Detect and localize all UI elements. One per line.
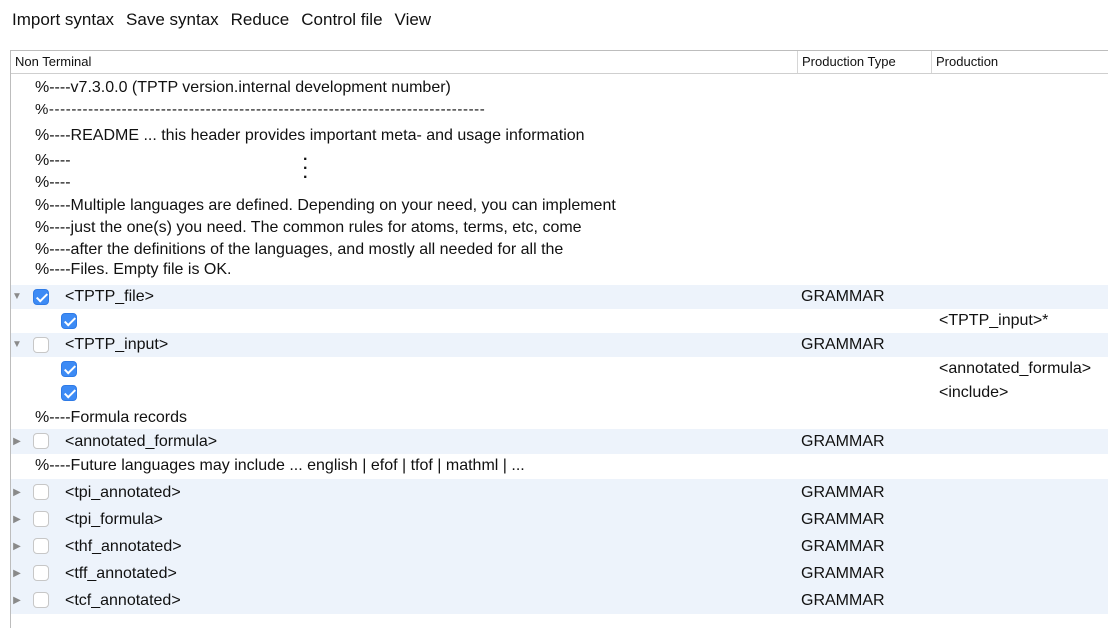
checkbox-checked-icon[interactable] bbox=[61, 361, 77, 377]
non-terminal-name: <tff_annotated> bbox=[65, 565, 177, 582]
disclosure-triangle-right-icon[interactable]: ▶ bbox=[11, 506, 23, 533]
checkbox-unchecked-icon[interactable] bbox=[33, 433, 49, 449]
disclosure-triangle-right-icon[interactable]: ▶ bbox=[11, 560, 23, 587]
checkbox-checked-icon[interactable] bbox=[33, 289, 49, 305]
production-type: GRAMMAR bbox=[801, 511, 885, 528]
non-terminal-name: <tpi_formula> bbox=[65, 511, 163, 528]
production-type: GRAMMAR bbox=[801, 288, 885, 305]
comment-line: %---- bbox=[35, 152, 71, 169]
column-header-non-terminal[interactable]: Non Terminal bbox=[11, 51, 797, 73]
menu-save-syntax[interactable]: Save syntax bbox=[120, 0, 225, 40]
comment-line: %----v7.3.0.0 (TPTP version.internal dev… bbox=[35, 79, 451, 96]
comment-line: %----after the definitions of the langua… bbox=[35, 241, 564, 258]
production-type: GRAMMAR bbox=[801, 336, 885, 353]
non-terminal-name: <TPTP_input> bbox=[65, 336, 169, 353]
vertical-ellipsis-icon: · · · bbox=[303, 151, 309, 186]
column-header-production-type[interactable]: Production Type bbox=[797, 51, 931, 73]
comment-line: %----Multiple languages are defined. Dep… bbox=[35, 197, 616, 214]
comment-line: %----just the one(s) you need. The commo… bbox=[35, 219, 582, 236]
table-header: Non Terminal Production Type Production bbox=[11, 51, 1108, 74]
non-terminal-name: <annotated_formula> bbox=[65, 433, 218, 450]
table-row[interactable]: ▶ <tff_annotated> GRAMMAR bbox=[11, 560, 1108, 587]
table-row[interactable]: ▶ <tcf_annotated> GRAMMAR bbox=[11, 587, 1108, 614]
table-row[interactable]: ▶ <annotated_formula> GRAMMAR bbox=[11, 429, 1108, 454]
production-type: GRAMMAR bbox=[801, 565, 885, 582]
production-value: <annotated_formula> bbox=[939, 360, 1092, 377]
comment-line: %---------------------------------------… bbox=[35, 101, 486, 118]
table-row[interactable]: ▶ <thf_annotated> GRAMMAR bbox=[11, 533, 1108, 560]
table-row[interactable]: ▼ <TPTP_input> GRAMMAR bbox=[11, 333, 1108, 357]
checkbox-unchecked-icon[interactable] bbox=[33, 511, 49, 527]
column-header-production[interactable]: Production bbox=[931, 51, 1108, 73]
checkbox-unchecked-icon[interactable] bbox=[33, 538, 49, 554]
production-value: <include> bbox=[939, 384, 1009, 401]
non-terminal-name: <thf_annotated> bbox=[65, 538, 182, 555]
non-terminal-name: <TPTP_file> bbox=[65, 288, 154, 305]
table-row[interactable]: <include> bbox=[11, 381, 1108, 405]
disclosure-triangle-right-icon[interactable]: ▶ bbox=[11, 429, 23, 454]
grammar-tree-table: Non Terminal Production Type Production … bbox=[10, 50, 1108, 628]
table-row[interactable]: <TPTP_input>* bbox=[11, 309, 1108, 333]
checkbox-unchecked-icon[interactable] bbox=[33, 484, 49, 500]
menu-import-syntax[interactable]: Import syntax bbox=[6, 0, 120, 40]
checkbox-unchecked-icon[interactable] bbox=[33, 337, 49, 353]
disclosure-triangle-down-icon[interactable]: ▼ bbox=[11, 333, 23, 357]
checkbox-checked-icon[interactable] bbox=[61, 313, 77, 329]
table-row[interactable]: ▶ <tpi_formula> GRAMMAR bbox=[11, 506, 1108, 533]
menu-reduce[interactable]: Reduce bbox=[225, 0, 296, 40]
production-type: GRAMMAR bbox=[801, 592, 885, 609]
disclosure-triangle-right-icon[interactable]: ▶ bbox=[11, 587, 23, 614]
table-row[interactable]: ▼ <TPTP_file> GRAMMAR bbox=[11, 285, 1108, 309]
production-type: GRAMMAR bbox=[801, 538, 885, 555]
menu-bar: Import syntax Save syntax Reduce Control… bbox=[0, 0, 1108, 40]
non-terminal-name: <tcf_annotated> bbox=[65, 592, 181, 609]
comment-line: %----Formula records bbox=[35, 409, 188, 426]
production-type: GRAMMAR bbox=[801, 433, 885, 450]
table-row[interactable]: <annotated_formula> bbox=[11, 357, 1108, 381]
checkbox-unchecked-icon[interactable] bbox=[33, 565, 49, 581]
disclosure-triangle-down-icon[interactable]: ▼ bbox=[11, 285, 23, 309]
disclosure-triangle-right-icon[interactable]: ▶ bbox=[11, 479, 23, 506]
table-row[interactable]: ▶ <tpi_annotated> GRAMMAR bbox=[11, 479, 1108, 506]
comment-line: %----Files. Empty file is OK. bbox=[35, 261, 232, 278]
comment-line: %----README ... this header provides imp… bbox=[35, 127, 585, 144]
non-terminal-name: <tpi_annotated> bbox=[65, 484, 181, 501]
comment-line: %---- bbox=[35, 174, 71, 191]
menu-view[interactable]: View bbox=[389, 0, 438, 40]
disclosure-triangle-right-icon[interactable]: ▶ bbox=[11, 533, 23, 560]
production-type: GRAMMAR bbox=[801, 484, 885, 501]
checkbox-unchecked-icon[interactable] bbox=[33, 592, 49, 608]
comment-line: %----Future languages may include ... en… bbox=[35, 457, 525, 474]
checkbox-checked-icon[interactable] bbox=[61, 385, 77, 401]
production-value: <TPTP_input>* bbox=[939, 312, 1049, 329]
menu-control-file[interactable]: Control file bbox=[295, 0, 388, 40]
